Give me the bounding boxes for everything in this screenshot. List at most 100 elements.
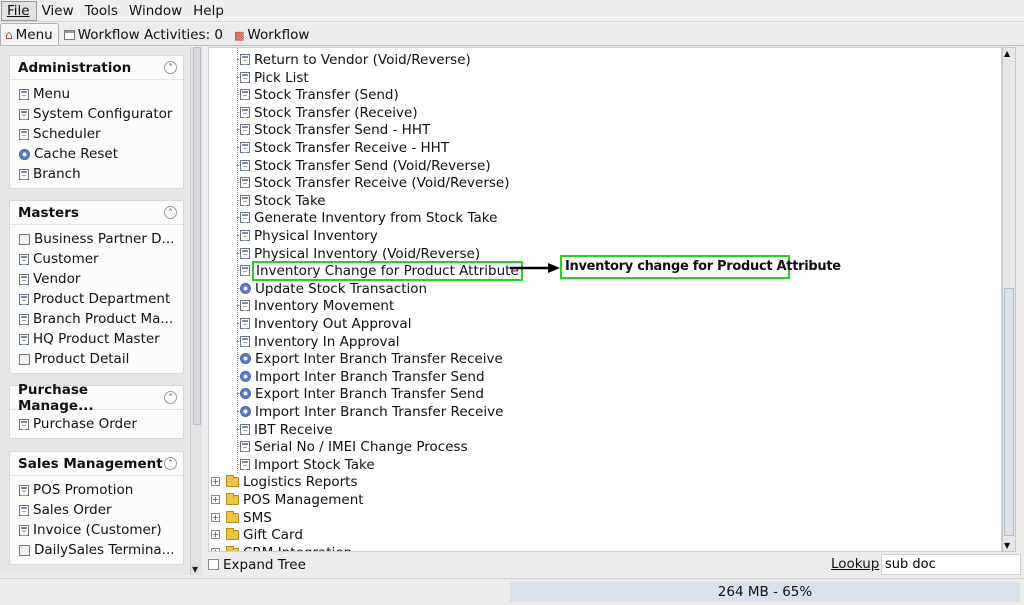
tree-item[interactable]: Stock Transfer (Receive) (240, 104, 418, 121)
tree-folder[interactable]: + SMS (211, 509, 272, 526)
expand-plus-icon[interactable]: + (211, 495, 220, 504)
tree-item[interactable]: Inventory Movement (240, 297, 394, 314)
sidebar-item[interactable]: Product Detail (10, 349, 183, 369)
sidebar-item[interactable]: Vendor (10, 269, 183, 289)
document-icon (19, 524, 29, 536)
document-icon (19, 504, 29, 516)
tree-folder[interactable]: + CRM Integration (211, 544, 352, 551)
tree-item[interactable]: Inventory Change for Product Attribute (240, 260, 523, 281)
menu-bar: File View Tools Window Help (0, 0, 1024, 22)
document-icon (240, 318, 250, 329)
tree-item[interactable]: Physical Inventory (240, 227, 378, 244)
sidebar-item[interactable]: Cache Reset (10, 144, 183, 164)
document-icon (19, 128, 29, 140)
tree-item[interactable]: Export Inter Branch Transfer Send (240, 385, 484, 402)
menu-help[interactable]: Help (188, 0, 230, 22)
sidebar-item[interactable]: System Configurator (10, 104, 183, 124)
tab-strip: ⌂ Menu Workflow Activities: 0 ▩ Workflow (0, 23, 1024, 46)
tree-item[interactable]: Import Inter Branch Transfer Receive (240, 403, 503, 420)
sidebar-item[interactable]: DailySales Termina... (10, 540, 183, 560)
collapse-icon[interactable]: ˄ (164, 457, 177, 470)
sidebar-item-label: Scheduler (33, 126, 101, 142)
collapse-icon[interactable]: ˄ (164, 61, 177, 74)
sidebar-item[interactable]: Product Department (10, 289, 183, 309)
tree-item-label: Stock Transfer (Send) (254, 86, 399, 103)
tree-item[interactable]: Generate Inventory from Stock Take (240, 209, 497, 226)
tree-item[interactable]: Import Stock Take (240, 456, 375, 473)
menu-tools[interactable]: Tools (80, 0, 124, 22)
tree-folder[interactable]: + POS Management (211, 491, 364, 508)
expand-tree-checkbox[interactable]: Expand Tree (208, 557, 306, 573)
tree-item[interactable]: Stock Transfer Send (Void/Reverse) (240, 157, 491, 174)
tree-item[interactable]: Inventory Out Approval (240, 315, 411, 332)
sidebar-item[interactable]: Branch Product Ma... (10, 309, 183, 329)
sidebar-item[interactable]: Purchase Order (10, 414, 183, 434)
tab-menu[interactable]: ⌂ Menu (0, 23, 59, 45)
tree-scrollbar[interactable]: ▲ ▼ (1002, 47, 1016, 552)
lookup-label: Lookup (831, 556, 879, 572)
menu-window[interactable]: Window (124, 0, 188, 22)
document-icon (240, 124, 250, 135)
tree-item[interactable]: Inventory In Approval (240, 333, 400, 350)
folder-icon (226, 474, 239, 487)
tree-item[interactable]: Stock Transfer Send - HHT (240, 121, 430, 138)
sidebar-scrollbar[interactable]: ▼ (190, 47, 202, 575)
sidebar-scrollbar-thumb[interactable] (193, 47, 201, 425)
group-sales-title: Sales Management (18, 455, 163, 472)
tree-item[interactable]: Stock Transfer (Send) (240, 86, 399, 103)
group-sales-header[interactable]: Sales Management ˄ (10, 452, 183, 476)
scroll-up-arrow-icon[interactable]: ▲ (1004, 49, 1010, 58)
checkbox-icon[interactable] (208, 559, 219, 570)
tree-item[interactable]: IBT Receive (240, 421, 333, 438)
tree-item-label: Update Stock Transaction (255, 280, 428, 297)
tab-workflow[interactable]: ▩ Workflow (229, 24, 315, 45)
tree-item[interactable]: Update Stock Transaction (240, 280, 427, 297)
tree-item[interactable]: Return to Vendor (Void/Reverse) (240, 51, 471, 68)
tree-item[interactable]: Pick List (240, 69, 309, 86)
tree-item-label: Serial No / IMEI Change Process (254, 438, 468, 455)
sidebar-item[interactable]: Scheduler (10, 124, 183, 144)
gear-icon (240, 406, 251, 417)
tree-item[interactable]: Export Inter Branch Transfer Receive (240, 350, 503, 367)
collapse-icon[interactable]: ˄ (164, 206, 177, 219)
tree-item[interactable]: Stock Transfer Receive (Void/Reverse) (240, 174, 510, 191)
scroll-down-arrow-icon[interactable]: ▼ (1004, 541, 1010, 550)
tree-item[interactable]: Serial No / IMEI Change Process (240, 438, 468, 455)
sidebar-item[interactable]: Branch (10, 164, 183, 184)
menu-file[interactable]: File (1, 0, 37, 21)
tree-item-label: Stock Transfer Receive (Void/Reverse) (254, 174, 510, 191)
expand-plus-icon[interactable]: + (211, 513, 220, 522)
tree-item[interactable]: Stock Take (240, 192, 326, 209)
tree-item[interactable]: Physical Inventory (Void/Reverse) (240, 245, 480, 262)
expand-plus-icon[interactable]: + (211, 530, 220, 539)
expand-plus-icon[interactable]: + (211, 548, 220, 551)
menu-view[interactable]: View (37, 0, 80, 22)
tree-item[interactable]: Stock Transfer Receive - HHT (240, 139, 449, 156)
tree-folder[interactable]: + Logistics Reports (211, 473, 357, 490)
tree-scrollbar-thumb[interactable] (1004, 288, 1014, 536)
collapse-icon[interactable]: ˄ (164, 391, 177, 404)
tab-workflow-activities[interactable]: Workflow Activities: 0 (59, 24, 229, 45)
sidebar-item[interactable]: Customer (10, 249, 183, 269)
sidebar-item[interactable]: Sales Order (10, 500, 183, 520)
group-purchase: Purchase Manage... ˄ Purchase Order (9, 382, 184, 439)
expand-plus-icon[interactable]: + (211, 477, 220, 486)
sidebar-item[interactable]: Invoice (Customer) (10, 520, 183, 540)
sidebar-item[interactable]: Business Partner D... (10, 229, 183, 249)
group-masters-header[interactable]: Masters ˄ (10, 201, 183, 225)
tree-folder-label: Logistics Reports (243, 473, 358, 490)
gear-icon (240, 388, 251, 399)
document-icon (240, 265, 250, 276)
tree-folder[interactable]: + Gift Card (211, 526, 303, 543)
sidebar-item[interactable]: POS Promotion (10, 480, 183, 500)
scroll-down-arrow-icon[interactable]: ▼ (192, 565, 198, 574)
group-purchase-header[interactable]: Purchase Manage... ˄ (10, 382, 183, 414)
tree-item[interactable]: Import Inter Branch Transfer Send (240, 368, 485, 385)
sidebar-item[interactable]: HQ Product Master (10, 329, 183, 349)
group-administration-header[interactable]: Administration ˄ (10, 56, 183, 80)
tree-item-label: Physical Inventory (254, 227, 378, 244)
sidebar-item[interactable]: Menu (10, 84, 183, 104)
home-icon: ⌂ (5, 27, 13, 42)
tree-item-label: IBT Receive (254, 421, 333, 438)
lookup-input[interactable] (881, 554, 1021, 575)
